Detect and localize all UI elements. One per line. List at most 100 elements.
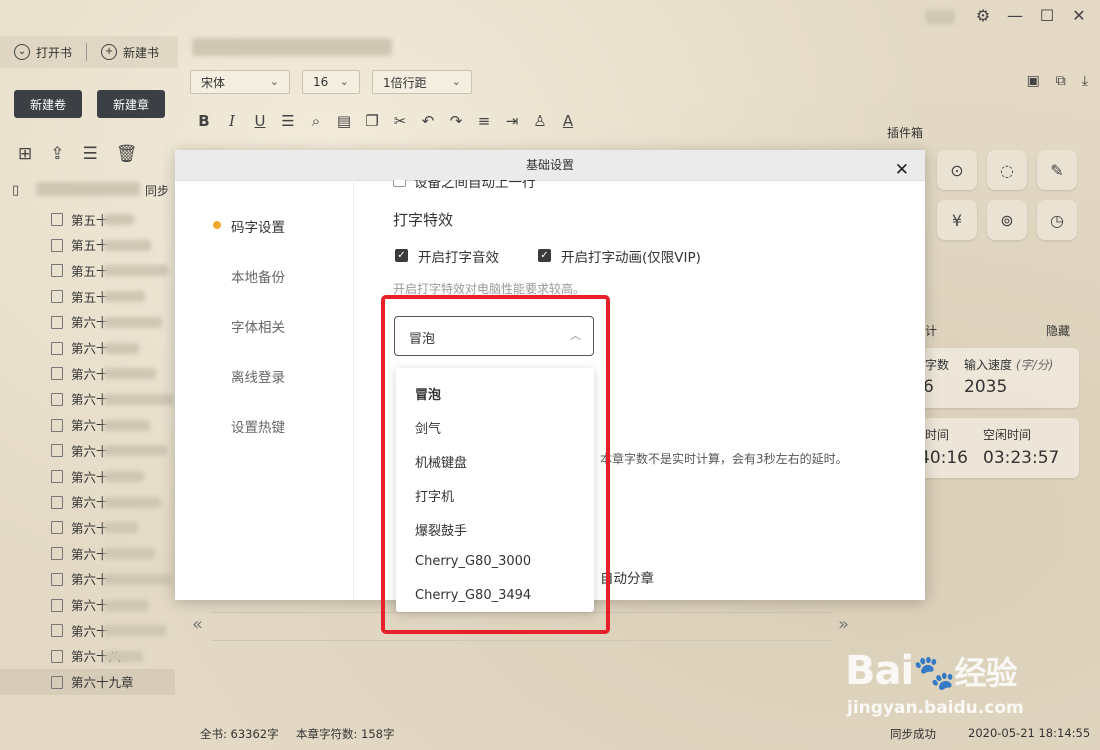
undo-icon[interactable]: ↶ [414,112,442,130]
line-spacing-value: 1倍行距 [383,75,427,90]
copy-icon[interactable]: ❐ [358,112,386,130]
watermark-brand: Bai🐾经验 [845,648,1018,694]
chevron-down-icon: ⌄ [451,75,461,88]
lock-icon[interactable]: ⊚ [987,200,1027,240]
trash-icon[interactable]: 🗑 [116,144,138,164]
blurred-chapter-name [104,342,139,354]
align-icon[interactable]: ≡ [470,112,498,130]
cut-icon[interactable]: ✂ [386,112,414,130]
sync-label[interactable]: 同步 [145,182,169,199]
nav-offline-login[interactable]: 离线登录 [231,366,285,386]
blurred-chapter-name [104,599,149,611]
chapter-item[interactable]: 第六十 [0,617,175,643]
theme-icon[interactable]: ♙ [526,112,554,130]
underline-icon[interactable]: U [246,112,274,130]
italic-icon[interactable]: I [218,112,246,130]
nav-hotkeys[interactable]: 设置热键 [231,416,285,436]
dictionary-icon[interactable]: ⊙ [937,150,977,190]
chapter-title: 第六十 [71,546,109,562]
auto-line-checkbox[interactable] [393,180,406,187]
stats-card-words: 字数 输入速度 (字/分) 6 2035 [915,348,1079,408]
time-value: 40:16 [919,448,968,468]
plugin-box-title: 插件箱 [887,126,924,140]
chapter-item[interactable]: 第六十八 [0,643,175,669]
minimize-icon[interactable]: — [1006,6,1024,25]
chevron-down-icon: ⌄ [269,75,279,88]
typing-speed-label-wrap: 输入速度 (字/分) [964,356,1053,373]
chapter-item[interactable]: 第六十 [0,412,175,438]
save-as-icon[interactable]: ⧉ [1056,73,1066,89]
open-book-label: 打开书 [36,45,73,60]
chapter-title: 第五十 [71,289,109,305]
redo-icon[interactable]: ↷ [442,112,470,130]
indent-icon[interactable]: ⇥ [498,112,526,130]
blurred-chapter-name [104,291,145,303]
chapter-item[interactable]: 第五十 [0,257,175,283]
bold-icon[interactable]: B [190,112,218,130]
chapter-item[interactable]: 第六十 [0,540,175,566]
chapter-item[interactable]: 第六十 [0,386,175,412]
typing-speed-value: 2035 [964,377,1008,397]
chapter-item[interactable]: 第六十 [0,566,175,592]
animation-option-label: 开启打字动画(仅限VIP) [561,250,701,266]
text-color-icon[interactable]: A [554,112,582,130]
clock-icon[interactable]: ◷ [1037,200,1077,240]
panel-toggle-icon[interactable]: ▯ [12,183,19,198]
chapter-title: 第六十 [71,443,109,459]
watermark-jingyan: 经验 [954,654,1018,692]
nav-local-backup[interactable]: 本地备份 [231,266,285,286]
new-volume-button[interactable]: 新建卷 [14,90,82,118]
nav-typing-settings[interactable]: 码字设置 [231,216,285,236]
chapter-item[interactable]: 第六十 [0,592,175,618]
chapter-item[interactable]: 第五十 [0,232,175,258]
sort-icon[interactable]: ☰ [83,144,98,164]
chapter-item[interactable]: 第六十 [0,309,175,335]
blurred-chapter-name [104,573,172,585]
idea-icon[interactable]: ◌ [987,150,1027,190]
open-book-button[interactable]: ⌄ 打开书 [0,44,86,61]
chapter-item[interactable]: 第六十 [0,437,175,463]
hide-stats-button[interactable]: 隐藏 [1046,322,1070,339]
chapter-title: 第五十 [71,238,109,254]
maximize-icon[interactable]: ☐ [1038,6,1056,25]
new-book-button[interactable]: + 新建书 [87,44,173,61]
chapter-item[interactable]: 第六十 [0,463,175,489]
document-icon [51,495,63,509]
sound-checkbox[interactable]: ✓ [395,249,408,262]
animation-checkbox[interactable]: ✓ [538,249,551,262]
chapter-item[interactable]: 第五十 [0,206,175,232]
nav-font[interactable]: 字体相关 [231,316,285,336]
stats-card-time: 时间 空闲时间 40:16 03:23:57 [915,418,1079,478]
new-chapter-button[interactable]: 新建章 [97,90,165,118]
section-title: 打字特效 [393,211,454,229]
yen-icon[interactable]: ¥ [937,200,977,240]
blurred-chapter-name [104,522,138,534]
paw-icon: 🐾 [913,653,955,693]
blurred-chapter-name [104,265,168,277]
chapter-item[interactable]: 第六十 [0,360,175,386]
search-icon[interactable]: ⌕ [302,112,330,130]
pencil-icon[interactable]: ✎ [1037,150,1077,190]
chapter-title: 第五十 [71,212,109,228]
chapter-item[interactable]: 第六十九章 [0,668,175,695]
size-select[interactable]: 16 ⌄ [302,70,360,94]
gear-icon[interactable]: ⚙ [974,6,992,25]
next-page-icon[interactable]: » [838,614,849,635]
document-icon [51,367,63,381]
chapter-title: 第五十 [71,263,109,279]
chapter-item[interactable]: 第六十 [0,335,175,361]
export-icon[interactable]: ⇪ [50,144,64,164]
font-select[interactable]: 宋体 ⌄ [190,70,290,94]
chapter-item[interactable]: 第六十 [0,514,175,540]
line-spacing-select[interactable]: 1倍行距 ⌄ [372,70,472,94]
note-icon[interactable]: ▤ [330,112,358,130]
blurred-chapter-name [104,214,134,225]
strikethrough-icon[interactable]: ☰ [274,112,302,130]
close-icon[interactable]: ✕ [1070,6,1088,25]
chapter-item[interactable]: 第六十 [0,489,175,515]
chapter-item[interactable]: 第五十 [0,283,175,309]
download-icon[interactable]: ⤓ [1082,73,1088,89]
add-chapter-icon[interactable]: ⊞ [18,144,32,164]
prev-page-icon[interactable]: « [192,614,203,635]
save-icon[interactable]: ▣ [1027,73,1040,89]
